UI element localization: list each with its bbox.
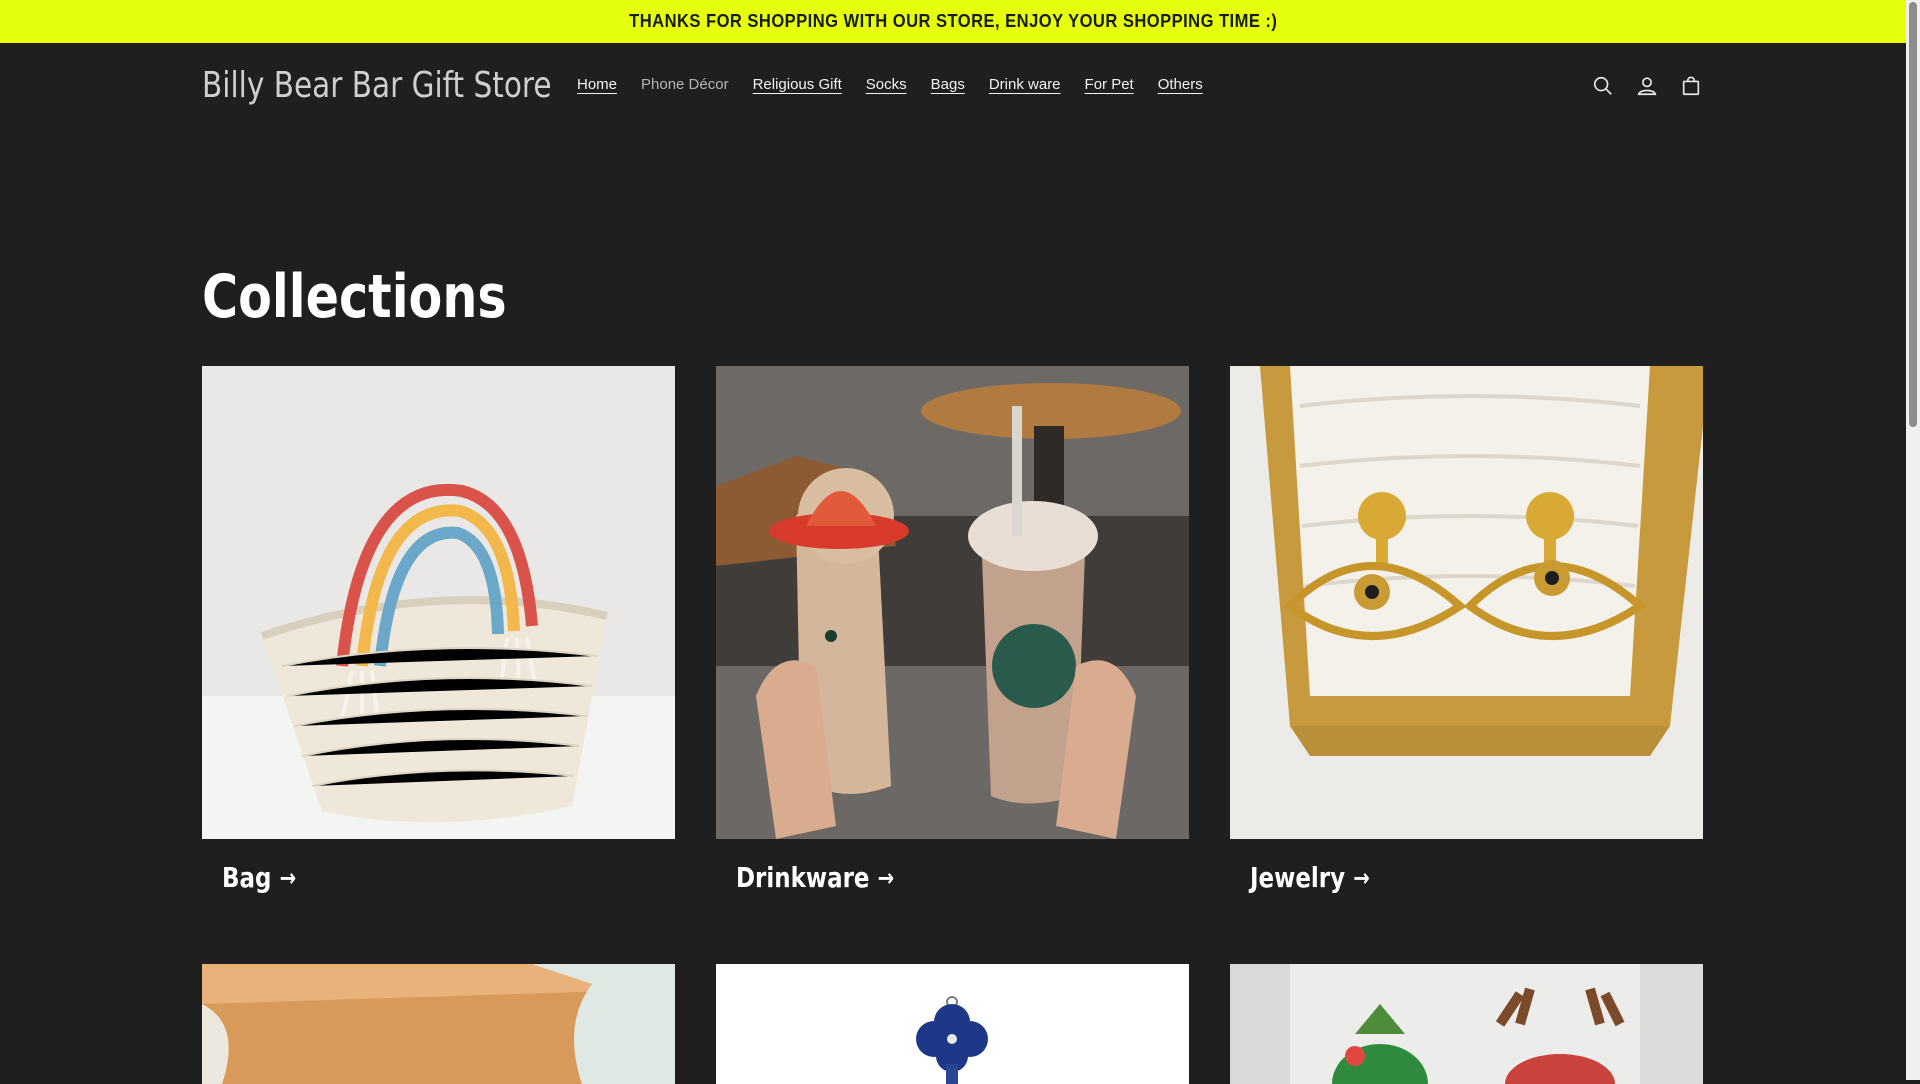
collection-card-5[interactable] (716, 964, 1189, 1084)
announcement-text: THANKS FOR SHOPPING WITH OUR STORE, ENJO… (628, 11, 1278, 31)
nav-others[interactable]: Others (1158, 76, 1203, 93)
collection-card-6[interactable] (1230, 964, 1703, 1084)
collection-card-4[interactable] (202, 964, 675, 1084)
nav-religious-gift[interactable]: Religious Gift (753, 76, 842, 93)
collection-title: Bag (222, 861, 272, 894)
header-icons (1588, 71, 1706, 101)
arrow-right-icon: → (877, 863, 895, 892)
search-icon[interactable] (1588, 71, 1618, 101)
page-scrollbar[interactable] (1906, 0, 1920, 1080)
collection-card-bag[interactable]: Bag → (202, 366, 675, 894)
arrow-right-icon: → (1353, 863, 1370, 892)
scrollbar-thumb[interactable] (1909, 2, 1917, 427)
jewelry-image[interactable] (1230, 366, 1703, 839)
collection-image-4[interactable] (202, 964, 675, 1084)
nav-home[interactable]: Home (577, 76, 617, 93)
collection-label-drinkware[interactable]: Drinkware → (736, 861, 894, 894)
account-icon[interactable] (1632, 71, 1662, 101)
drinkware-image[interactable] (716, 366, 1189, 839)
collection-title: Drinkware (736, 861, 870, 894)
nav-socks[interactable]: Socks (866, 76, 907, 93)
collection-title: Jewelry (1250, 861, 1346, 894)
nav-drink-ware[interactable]: Drink ware (989, 76, 1061, 93)
main-nav: Home Phone Décor Religious Gift Socks Ba… (577, 76, 1227, 93)
collection-image-6[interactable] (1230, 964, 1703, 1084)
collection-card-jewelry[interactable]: Jewelry → (1230, 366, 1703, 894)
cart-icon[interactable] (1676, 71, 1706, 101)
nav-phone-decor[interactable]: Phone Décor (641, 76, 729, 93)
collection-card-drinkware[interactable]: Drinkware → (716, 366, 1189, 894)
collection-label-jewelry[interactable]: Jewelry → (1250, 861, 1370, 894)
collection-image-5[interactable] (716, 964, 1189, 1084)
collection-label-bag[interactable]: Bag → (222, 861, 296, 894)
page-title: Collections (202, 262, 507, 332)
arrow-right-icon: → (279, 863, 297, 892)
store-logo[interactable]: Billy Bear Bar Gift Store (202, 65, 552, 106)
announcement-bar: THANKS FOR SHOPPING WITH OUR STORE, ENJO… (0, 0, 1906, 43)
nav-for-pet[interactable]: For Pet (1085, 76, 1134, 93)
bag-image[interactable] (202, 366, 675, 839)
nav-bags[interactable]: Bags (931, 76, 965, 93)
site-header: Billy Bear Bar Gift Store Home Phone Déc… (0, 43, 1906, 131)
